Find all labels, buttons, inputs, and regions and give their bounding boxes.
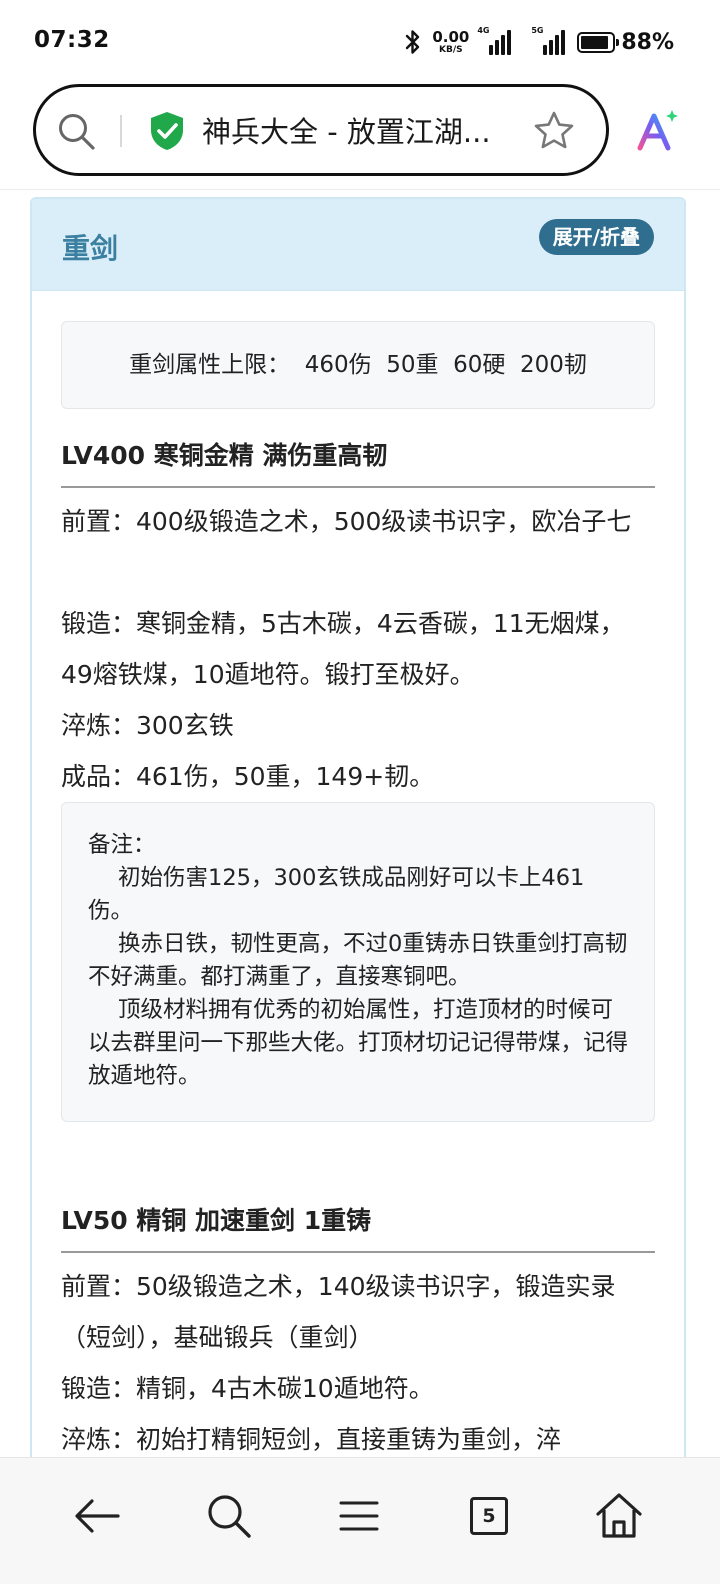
forge-text: 锻造：寒铜金精，5古木碳，4云香碳，11无烟煤，49熔铁煤，10遁地符。锻打至极… [61,609,625,689]
page-title[interactable]: 神兵大全 - 放置江湖... [202,113,522,151]
signal-4g-icon: 4G [477,26,513,55]
home-icon[interactable] [593,1490,645,1542]
search-icon[interactable] [203,1490,255,1542]
note-paragraph: 初始伤害125，300玄铁成品刚好可以卡上461伤。 [88,865,585,924]
section-title-lv400: LV400 寒铜金精 满伤重高韧 [61,436,655,488]
forge-text: 锻造：精铜，4古木碳10遁地符。 [61,1374,434,1403]
bluetooth-icon [406,30,420,54]
toolbar-divider [0,189,720,190]
battery-percent: 88% [621,29,674,55]
status-time: 07:32 [34,27,110,53]
tabs-icon[interactable]: 5 [463,1490,515,1542]
status-bar: 07:32 0.00 KB/S 4G 5G 88% [0,0,720,84]
status-icons: 0.00 KB/S 4G 5G 88% [404,24,674,60]
section-title-lv50: LV50 精铜 加速重剑 1重铸 [61,1201,655,1253]
star-icon[interactable] [532,109,576,153]
note-label: 备注： [88,832,156,858]
note-paragraph: 换赤日铁，韧性更高，不过0重铸赤日铁重剑打高韧不好满重。都打满重了，直接寒铜吧。 [88,931,628,990]
panel-header: 重剑 展开/折叠 [32,199,684,291]
ai-assistant-icon[interactable] [634,108,680,154]
signal-4g-label: 4G [477,26,490,35]
battery-icon [577,31,620,53]
note-box: 备注： 初始伤害125，300玄铁成品刚好可以卡上461伤。 换赤日铁，韧性更高… [61,802,655,1122]
net-speed-value: 0.00 [432,27,470,46]
shield-check-icon[interactable] [148,110,186,152]
net-speed-unit: KB/S [439,44,463,55]
prerequisite-text: 前置：400级锻造之术，500级读书识字，欧冶子七 [61,507,632,536]
prerequisite-text: 前置：50级锻造之术，140级读书识字，锻造实录（短剑），基础锻兵（重剑） [61,1272,616,1352]
signal-5g-icon: 5G [527,26,567,55]
back-arrow-icon[interactable] [72,1490,124,1542]
search-icon[interactable] [56,111,98,153]
bottom-nav: 5 [0,1457,720,1584]
attribute-limit-box: 重剑属性上限： 460伤 50重 60硬 200韧 [61,321,655,409]
weapon-panel: 重剑 展开/折叠 重剑属性上限： 460伤 50重 60硬 200韧 LV400… [30,197,686,1497]
menu-icon[interactable] [333,1490,385,1542]
address-bar[interactable]: 神兵大全 - 放置江湖... [33,84,609,176]
tab-count[interactable]: 5 [470,1497,508,1535]
note-paragraph: 顶级材料拥有优秀的初始属性，打造顶材的时候可以去群里问一下那些大佬。打顶材切记记… [88,997,629,1089]
battery-indicator: 88% [577,30,674,55]
refine-text: 淬炼：300玄铁 [61,711,234,740]
net-speed: 0.00 KB/S [432,27,470,55]
address-divider [120,115,122,147]
signal-5g-label: 5G [531,26,544,35]
panel-title: 重剑 [62,232,119,265]
expand-collapse-button[interactable]: 展开/折叠 [538,219,654,255]
result-text: 成品：461伤，50重，149+韧。 [61,762,435,791]
